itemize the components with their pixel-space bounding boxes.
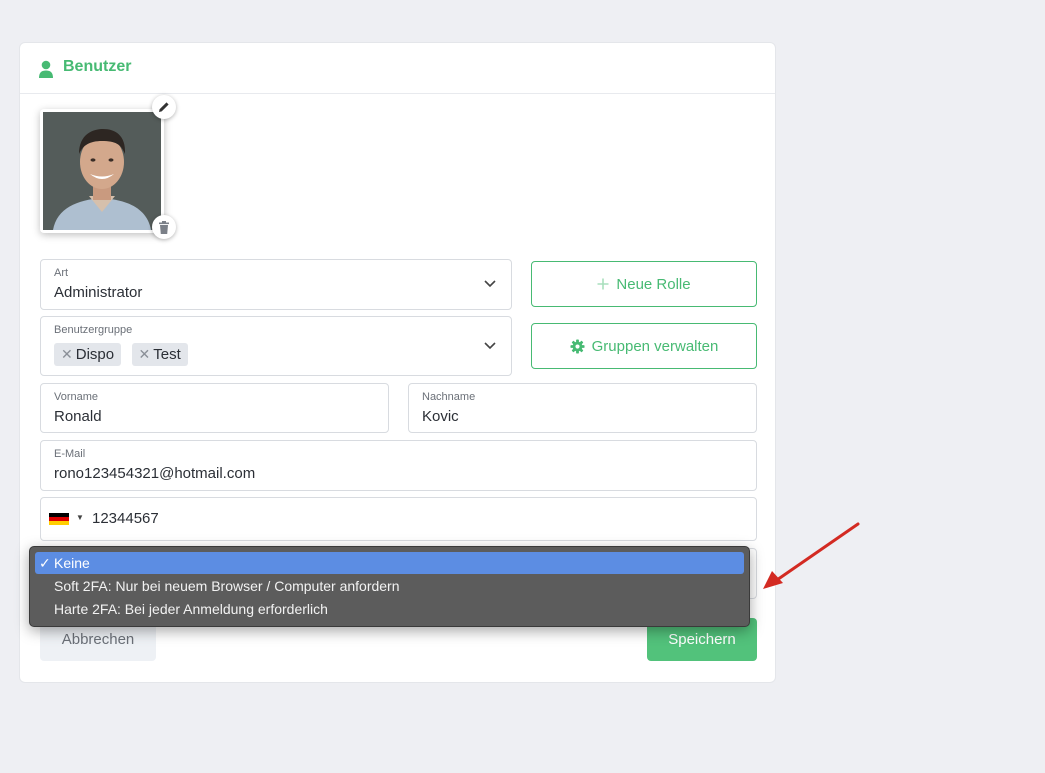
manage-groups-label: Gruppen verwalten bbox=[591, 337, 719, 355]
nachname-value: Kovic bbox=[422, 408, 459, 425]
option-label: Soft 2FA: Nur bei neuem Browser / Comput… bbox=[54, 578, 400, 594]
caret-down-icon[interactable]: ▼ bbox=[76, 513, 84, 522]
group-tag-label: Test bbox=[153, 346, 181, 363]
email-label: E-Mail bbox=[54, 448, 86, 460]
user-icon bbox=[39, 60, 53, 78]
group-tag: ✕ Test bbox=[131, 343, 188, 366]
check-icon: ✓ bbox=[39, 555, 51, 571]
manage-groups-button[interactable]: Gruppen verwalten bbox=[531, 323, 757, 369]
group-tag: ✕ Dispo bbox=[54, 343, 122, 366]
close-icon[interactable]: ✕ bbox=[61, 346, 73, 363]
two-fa-dropdown: ✓ Keine Soft 2FA: Nur bei neuem Browser … bbox=[29, 546, 750, 627]
email-field[interactable]: E-Mail rono123454321@hotmail.com bbox=[40, 440, 757, 491]
new-role-button[interactable]: Neue Rolle bbox=[531, 261, 757, 307]
benutzergruppe-label: Benutzergruppe bbox=[54, 324, 133, 336]
phone-field[interactable]: ▼ 12344567 bbox=[40, 497, 757, 541]
pencil-icon bbox=[159, 102, 169, 112]
avatar-photo bbox=[43, 112, 161, 230]
card-title: Benutzer bbox=[63, 58, 132, 75]
dropdown-option-keine[interactable]: ✓ Keine bbox=[35, 552, 744, 574]
option-label: Keine bbox=[54, 555, 90, 571]
benutzergruppe-select[interactable]: Benutzergruppe ✕ Dispo ✕ Test bbox=[40, 316, 512, 376]
edit-avatar-button[interactable] bbox=[152, 95, 176, 119]
email-value: rono123454321@hotmail.com bbox=[54, 465, 256, 482]
new-role-label: Neue Rolle bbox=[616, 275, 691, 293]
plus-icon bbox=[597, 278, 609, 290]
dropdown-option-soft-2fa[interactable]: Soft 2FA: Nur bei neuem Browser / Comput… bbox=[35, 575, 744, 597]
art-value: Administrator bbox=[54, 284, 143, 301]
group-tag-label: Dispo bbox=[75, 346, 115, 363]
annotation-arrow-icon bbox=[763, 522, 860, 589]
close-icon[interactable]: ✕ bbox=[139, 346, 151, 363]
art-select[interactable]: Art Administrator bbox=[40, 259, 512, 310]
trash-icon bbox=[159, 220, 169, 234]
vorname-field[interactable]: Vorname Ronald bbox=[40, 383, 389, 433]
option-label: Harte 2FA: Bei jeder Anmeldung erforderl… bbox=[54, 601, 328, 617]
vorname-value: Ronald bbox=[54, 408, 102, 425]
card-header: Benutzer bbox=[20, 43, 775, 94]
delete-avatar-button[interactable] bbox=[152, 215, 176, 239]
avatar bbox=[40, 95, 176, 239]
nachname-label: Nachname bbox=[422, 391, 476, 403]
phone-value: 12344567 bbox=[92, 510, 159, 527]
chevron-down-icon bbox=[484, 280, 496, 288]
dropdown-option-harte-2fa[interactable]: Harte 2FA: Bei jeder Anmeldung erforderl… bbox=[35, 598, 744, 620]
gear-icon bbox=[570, 338, 585, 354]
art-label: Art bbox=[54, 267, 69, 279]
country-flag-de[interactable] bbox=[49, 513, 69, 525]
group-tags: ✕ Dispo ✕ Test bbox=[54, 343, 194, 366]
vorname-label: Vorname bbox=[54, 391, 99, 403]
chevron-down-icon bbox=[484, 342, 496, 350]
nachname-field[interactable]: Nachname Kovic bbox=[408, 383, 757, 433]
